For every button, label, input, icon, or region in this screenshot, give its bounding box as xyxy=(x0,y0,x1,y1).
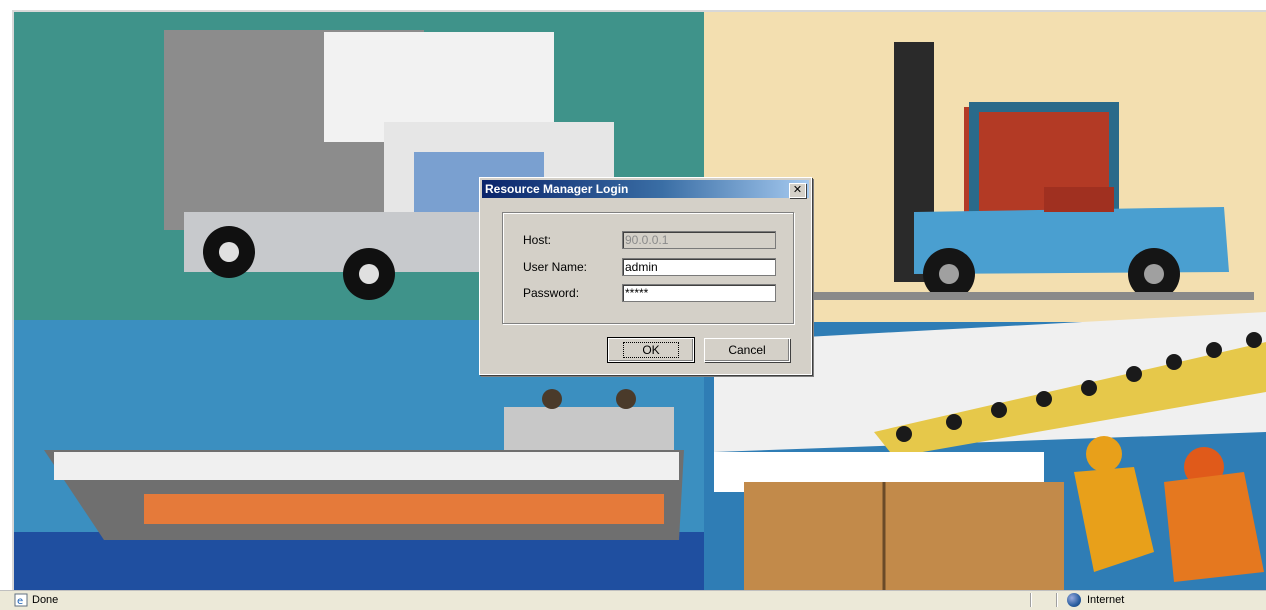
dialog-titlebar[interactable]: Resource Manager Login ✕ xyxy=(482,180,809,198)
username-field[interactable] xyxy=(622,258,776,276)
globe-icon xyxy=(1067,593,1081,607)
ie-page-icon: e xyxy=(14,593,28,607)
status-left: e Done xyxy=(14,593,58,607)
ok-button-label: OK xyxy=(623,342,679,358)
cancel-button-label: Cancel xyxy=(728,343,766,357)
ok-button[interactable]: OK xyxy=(607,337,695,363)
zone-text: Internet xyxy=(1087,594,1125,606)
host-field[interactable] xyxy=(622,231,776,249)
status-bar: e Done Internet xyxy=(0,590,1266,610)
password-label: Password: xyxy=(523,286,580,300)
status-text: Done xyxy=(32,594,59,606)
host-label: Host: xyxy=(523,233,552,247)
cancel-button[interactable]: Cancel xyxy=(704,338,790,362)
login-dialog: Resource Manager Login ✕ Host: User Name… xyxy=(479,177,812,375)
username-label: User Name: xyxy=(523,260,588,274)
dialog-title: Resource Manager Login xyxy=(485,182,629,196)
password-field[interactable] xyxy=(622,284,776,302)
status-separator xyxy=(1056,593,1057,607)
svg-text:e: e xyxy=(17,596,23,607)
close-icon: ✕ xyxy=(792,184,803,196)
status-separator xyxy=(1030,593,1031,607)
close-button[interactable]: ✕ xyxy=(789,183,806,198)
login-fields-group: Host: User Name: Password: xyxy=(502,212,794,324)
status-zone: Internet xyxy=(1067,593,1124,607)
